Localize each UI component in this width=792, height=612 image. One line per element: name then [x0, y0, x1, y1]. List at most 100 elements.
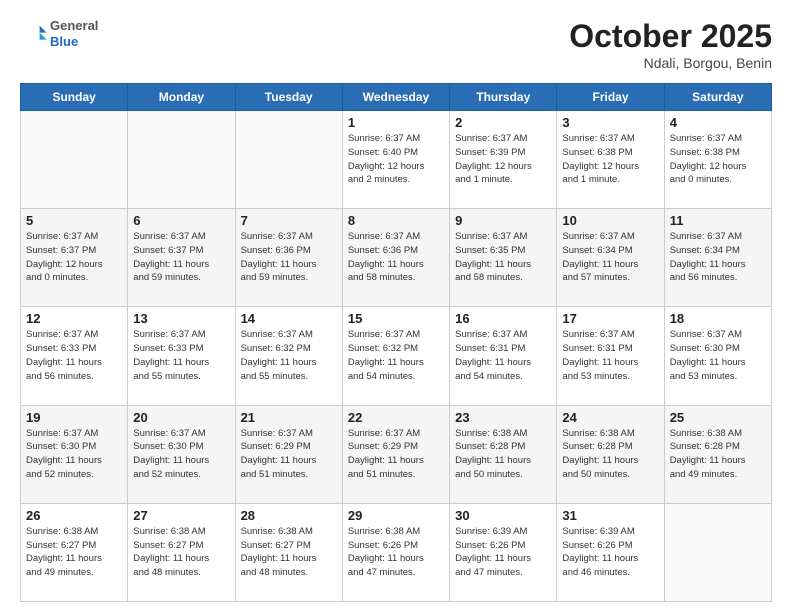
day-number: 19 [26, 410, 122, 425]
day-number: 27 [133, 508, 229, 523]
day-info: Sunrise: 6:37 AM Sunset: 6:32 PM Dayligh… [348, 328, 444, 383]
day-cell [235, 111, 342, 209]
day-number: 20 [133, 410, 229, 425]
day-info: Sunrise: 6:37 AM Sunset: 6:31 PM Dayligh… [455, 328, 551, 383]
day-cell: 19 Sunrise: 6:37 AM Sunset: 6:30 PM Dayli… [21, 405, 128, 503]
logo: General Blue [20, 18, 98, 49]
day-number: 3 [562, 115, 658, 130]
day-cell: 30 Sunrise: 6:39 AM Sunset: 6:26 PM Dayli… [450, 503, 557, 601]
day-number: 18 [670, 311, 766, 326]
day-info: Sunrise: 6:39 AM Sunset: 6:26 PM Dayligh… [562, 525, 658, 580]
day-cell: 16 Sunrise: 6:37 AM Sunset: 6:31 PM Dayli… [450, 307, 557, 405]
day-cell: 11 Sunrise: 6:37 AM Sunset: 6:34 PM Dayli… [664, 209, 771, 307]
day-cell: 3 Sunrise: 6:37 AM Sunset: 6:38 PM Daylig… [557, 111, 664, 209]
day-info: Sunrise: 6:38 AM Sunset: 6:27 PM Dayligh… [133, 525, 229, 580]
page: General Blue October 2025 Ndali, Borgou,… [0, 0, 792, 612]
day-number: 21 [241, 410, 337, 425]
day-number: 13 [133, 311, 229, 326]
day-info: Sunrise: 6:37 AM Sunset: 6:34 PM Dayligh… [670, 230, 766, 285]
day-number: 25 [670, 410, 766, 425]
logo-text: General Blue [50, 18, 98, 49]
calendar-header: Sunday Monday Tuesday Wednesday Thursday… [21, 84, 772, 111]
day-info: Sunrise: 6:38 AM Sunset: 6:28 PM Dayligh… [562, 427, 658, 482]
day-cell: 5 Sunrise: 6:37 AM Sunset: 6:37 PM Daylig… [21, 209, 128, 307]
day-info: Sunrise: 6:37 AM Sunset: 6:38 PM Dayligh… [562, 132, 658, 187]
day-info: Sunrise: 6:37 AM Sunset: 6:36 PM Dayligh… [348, 230, 444, 285]
day-cell: 29 Sunrise: 6:38 AM Sunset: 6:26 PM Dayli… [342, 503, 449, 601]
day-info: Sunrise: 6:37 AM Sunset: 6:33 PM Dayligh… [26, 328, 122, 383]
day-number: 5 [26, 213, 122, 228]
day-number: 24 [562, 410, 658, 425]
day-number: 9 [455, 213, 551, 228]
day-number: 14 [241, 311, 337, 326]
day-cell [128, 111, 235, 209]
day-info: Sunrise: 6:37 AM Sunset: 6:40 PM Dayligh… [348, 132, 444, 187]
day-cell: 24 Sunrise: 6:38 AM Sunset: 6:28 PM Dayli… [557, 405, 664, 503]
day-number: 7 [241, 213, 337, 228]
day-cell: 22Sunrise: 6:37 AM Sunset: 6:29 PM Dayli… [342, 405, 449, 503]
day-number: 2 [455, 115, 551, 130]
day-info: Sunrise: 6:37 AM Sunset: 6:29 PM Dayligh… [348, 427, 444, 482]
day-number: 8 [348, 213, 444, 228]
day-cell: 13 Sunrise: 6:37 AM Sunset: 6:33 PM Dayli… [128, 307, 235, 405]
day-info: Sunrise: 6:37 AM Sunset: 6:38 PM Dayligh… [670, 132, 766, 187]
day-cell: 4Sunrise: 6:37 AM Sunset: 6:38 PM Daylig… [664, 111, 771, 209]
day-cell: 17 Sunrise: 6:37 AM Sunset: 6:31 PM Dayli… [557, 307, 664, 405]
day-cell: 21 Sunrise: 6:37 AM Sunset: 6:29 PM Dayli… [235, 405, 342, 503]
day-info: Sunrise: 6:37 AM Sunset: 6:29 PM Dayligh… [241, 427, 337, 482]
day-info: Sunrise: 6:37 AM Sunset: 6:35 PM Dayligh… [455, 230, 551, 285]
calendar-subtitle: Ndali, Borgou, Benin [569, 55, 772, 71]
day-cell [664, 503, 771, 601]
week-row-3: 12 Sunrise: 6:37 AM Sunset: 6:33 PM Dayli… [21, 307, 772, 405]
day-number: 23 [455, 410, 551, 425]
day-info: Sunrise: 6:37 AM Sunset: 6:30 PM Dayligh… [670, 328, 766, 383]
day-number: 12 [26, 311, 122, 326]
day-info: Sunrise: 6:37 AM Sunset: 6:33 PM Dayligh… [133, 328, 229, 383]
day-number: 16 [455, 311, 551, 326]
weekday-row: Sunday Monday Tuesday Wednesday Thursday… [21, 84, 772, 111]
calendar-title: October 2025 [569, 18, 772, 55]
day-cell: 26Sunrise: 6:38 AM Sunset: 6:27 PM Dayli… [21, 503, 128, 601]
day-cell: 1Sunrise: 6:37 AM Sunset: 6:40 PM Daylig… [342, 111, 449, 209]
day-cell: 23 Sunrise: 6:38 AM Sunset: 6:28 PM Dayli… [450, 405, 557, 503]
col-wednesday: Wednesday [342, 84, 449, 111]
day-info: Sunrise: 6:37 AM Sunset: 6:39 PM Dayligh… [455, 132, 551, 187]
week-row-2: 5 Sunrise: 6:37 AM Sunset: 6:37 PM Daylig… [21, 209, 772, 307]
day-number: 26 [26, 508, 122, 523]
day-info: Sunrise: 6:37 AM Sunset: 6:37 PM Dayligh… [26, 230, 122, 285]
day-number: 31 [562, 508, 658, 523]
title-block: October 2025 Ndali, Borgou, Benin [569, 18, 772, 71]
day-number: 30 [455, 508, 551, 523]
day-info: Sunrise: 6:37 AM Sunset: 6:36 PM Dayligh… [241, 230, 337, 285]
day-cell: 25Sunrise: 6:38 AM Sunset: 6:28 PM Dayli… [664, 405, 771, 503]
day-cell [21, 111, 128, 209]
day-cell: 20 Sunrise: 6:37 AM Sunset: 6:30 PM Dayli… [128, 405, 235, 503]
day-number: 11 [670, 213, 766, 228]
day-number: 10 [562, 213, 658, 228]
day-number: 29 [348, 508, 444, 523]
week-row-1: 1Sunrise: 6:37 AM Sunset: 6:40 PM Daylig… [21, 111, 772, 209]
week-row-4: 19 Sunrise: 6:37 AM Sunset: 6:30 PM Dayli… [21, 405, 772, 503]
day-info: Sunrise: 6:38 AM Sunset: 6:28 PM Dayligh… [455, 427, 551, 482]
logo-general: General [50, 18, 98, 34]
day-info: Sunrise: 6:38 AM Sunset: 6:27 PM Dayligh… [241, 525, 337, 580]
col-thursday: Thursday [450, 84, 557, 111]
day-info: Sunrise: 6:39 AM Sunset: 6:26 PM Dayligh… [455, 525, 551, 580]
day-info: Sunrise: 6:37 AM Sunset: 6:30 PM Dayligh… [26, 427, 122, 482]
day-info: Sunrise: 6:37 AM Sunset: 6:30 PM Dayligh… [133, 427, 229, 482]
logo-icon [20, 20, 48, 48]
calendar-body: 1Sunrise: 6:37 AM Sunset: 6:40 PM Daylig… [21, 111, 772, 602]
day-info: Sunrise: 6:37 AM Sunset: 6:32 PM Dayligh… [241, 328, 337, 383]
day-info: Sunrise: 6:37 AM Sunset: 6:31 PM Dayligh… [562, 328, 658, 383]
day-cell: 12 Sunrise: 6:37 AM Sunset: 6:33 PM Dayli… [21, 307, 128, 405]
col-saturday: Saturday [664, 84, 771, 111]
day-number: 15 [348, 311, 444, 326]
day-cell: 14 Sunrise: 6:37 AM Sunset: 6:32 PM Dayli… [235, 307, 342, 405]
col-friday: Friday [557, 84, 664, 111]
day-info: Sunrise: 6:38 AM Sunset: 6:26 PM Dayligh… [348, 525, 444, 580]
calendar-table: Sunday Monday Tuesday Wednesday Thursday… [20, 83, 772, 602]
day-cell: 9 Sunrise: 6:37 AM Sunset: 6:35 PM Daylig… [450, 209, 557, 307]
logo-blue: Blue [50, 34, 98, 50]
day-number: 17 [562, 311, 658, 326]
day-cell: 8 Sunrise: 6:37 AM Sunset: 6:36 PM Daylig… [342, 209, 449, 307]
